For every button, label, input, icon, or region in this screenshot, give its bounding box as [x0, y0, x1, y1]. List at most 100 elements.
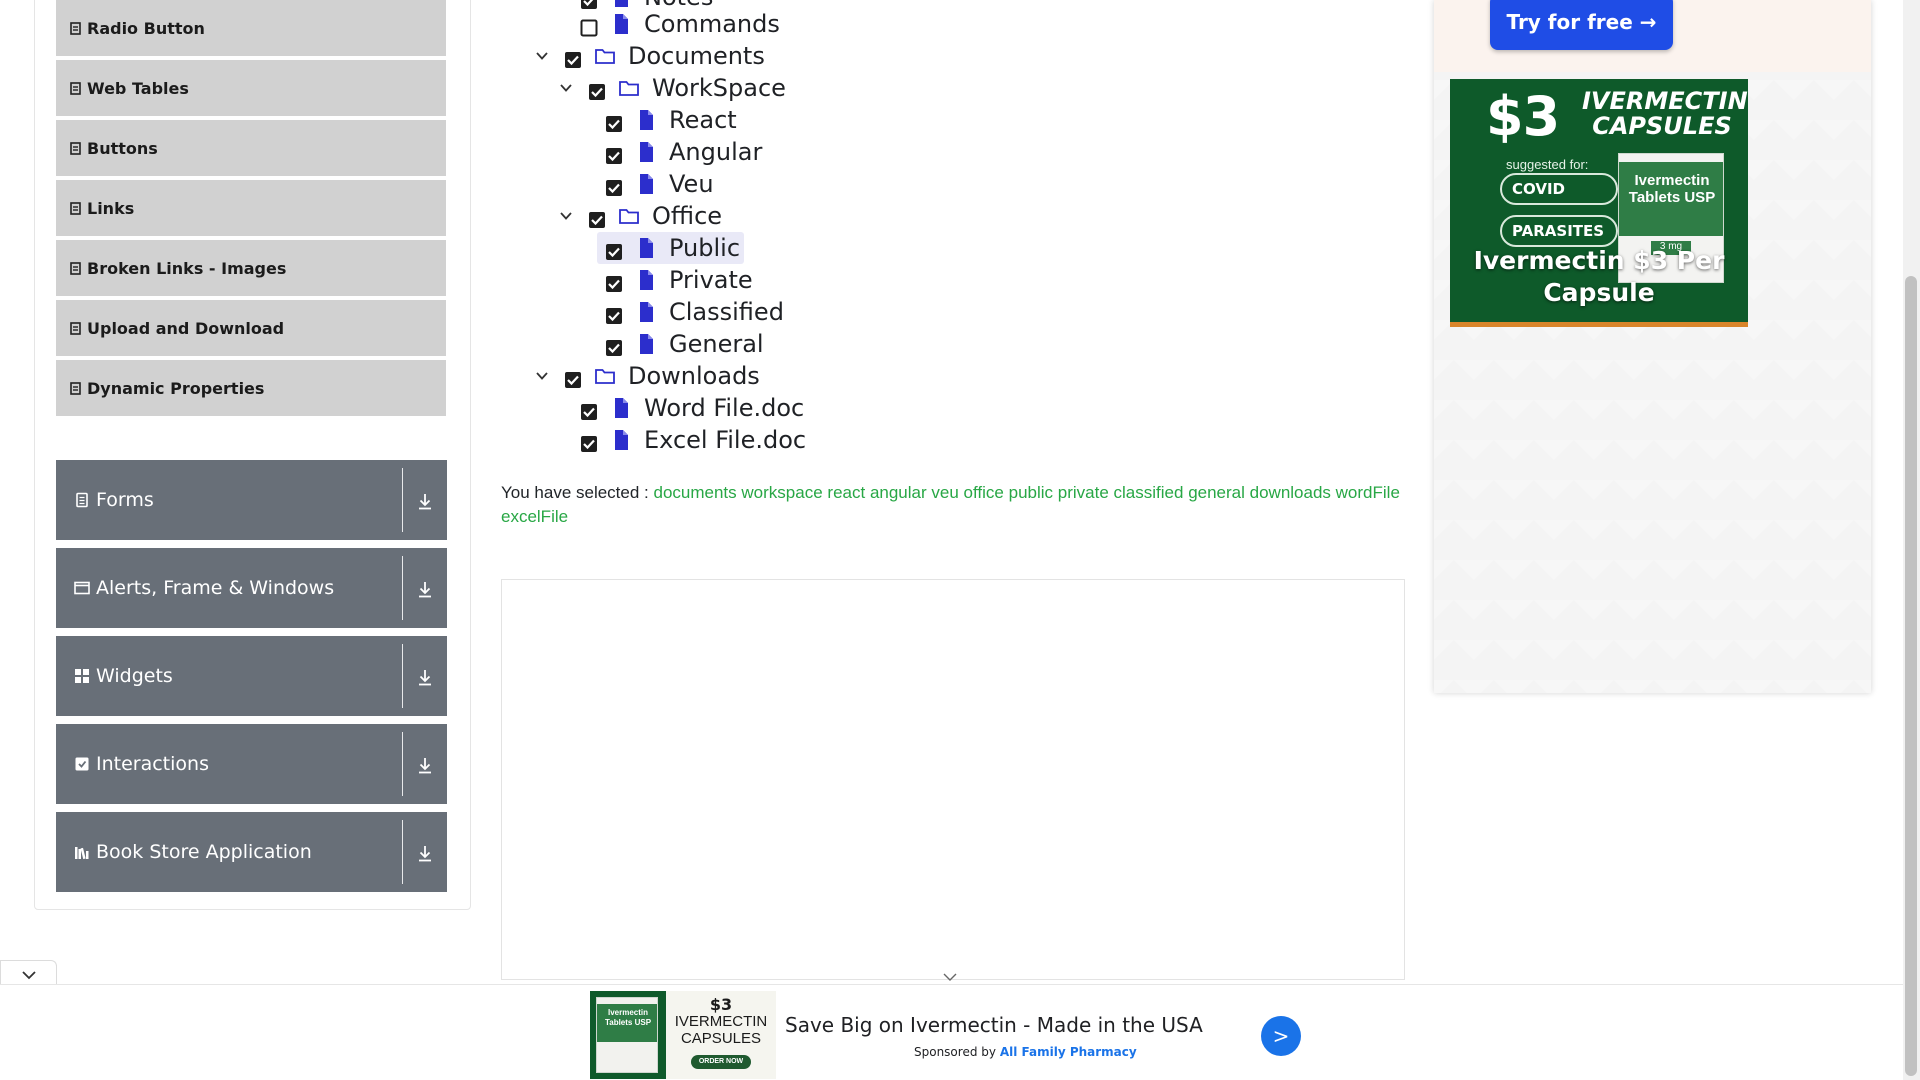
tree-node-react: React: [605, 105, 737, 135]
chevron-down-icon[interactable]: [558, 208, 574, 224]
checkbox-workspace[interactable]: [588, 79, 606, 100]
checkbox-angular[interactable]: [605, 143, 623, 164]
file-icon: [640, 334, 653, 354]
selected-item: downloads: [1249, 483, 1331, 502]
try-for-free-button[interactable]: Try for free →: [1490, 0, 1673, 50]
tree-label[interactable]: WorkSpace: [652, 74, 786, 102]
download-icon[interactable]: [412, 840, 438, 866]
result-prefix: You have selected :: [501, 483, 649, 502]
bottom-ad-image[interactable]: Ivermectin Tablets USP $3 IVERMECTIN CAP…: [590, 991, 776, 1079]
group-forms[interactable]: Forms: [56, 460, 447, 540]
checkbox-documents[interactable]: [564, 47, 582, 68]
selected-item: veu: [931, 483, 959, 502]
checkbox-office[interactable]: [588, 207, 606, 228]
selected-item: private: [1057, 483, 1109, 502]
ivermectin-ad[interactable]: $3 IVERMECTIN CAPSULES suggested for: CO…: [1450, 79, 1748, 327]
tree-node-documents: Documents: [534, 41, 765, 71]
tree-label[interactable]: Downloads: [628, 362, 760, 390]
download-icon[interactable]: [412, 488, 438, 514]
folder-icon: [619, 81, 639, 96]
group-book-store[interactable]: Book Store Application: [56, 812, 447, 892]
ad-caps-line1: IVERMECTIN: [1582, 87, 1748, 115]
file-icon: [615, 14, 628, 34]
checkbox-notes[interactable]: [580, 0, 598, 9]
file-icon: [640, 174, 653, 194]
selected-item: office: [963, 483, 1004, 502]
download-icon[interactable]: [412, 576, 438, 602]
bottom-ad-headline[interactable]: Save Big on Ivermectin - Made in the USA: [785, 1013, 1203, 1037]
group-label: Book Store Application: [96, 841, 312, 863]
divider: [402, 468, 403, 532]
chevron-down-icon: [21, 970, 36, 979]
checkbox-private[interactable]: [605, 271, 623, 292]
bottom-ad-box-name: Ivermectin Tablets USP: [604, 1008, 652, 1027]
tree-label[interactable]: Office: [652, 202, 722, 230]
tree-label[interactable]: React: [669, 106, 737, 134]
group-interactions[interactable]: Interactions: [56, 724, 447, 804]
group-label: Forms: [96, 489, 154, 511]
group-label: Widgets: [96, 665, 173, 687]
ad-pill-covid: COVID: [1500, 173, 1618, 205]
selected-item: angular: [869, 483, 927, 502]
download-icon[interactable]: [412, 664, 438, 690]
checkbox-commands[interactable]: [580, 15, 598, 37]
ad-pill-parasites: PARASITES: [1500, 215, 1618, 247]
box-name: Ivermectin Tablets USP: [1627, 172, 1717, 206]
divider: [402, 732, 403, 796]
ad-tagline-line1: Ivermectin $3 Per: [1473, 246, 1725, 275]
ad-suggested: suggested for:: [1506, 157, 1589, 172]
books-icon: [75, 847, 89, 860]
interactions-icon: [75, 757, 89, 771]
box-line1: Ivermectin: [1634, 172, 1710, 189]
tree-label[interactable]: Private: [669, 266, 753, 294]
checkbox-general[interactable]: [605, 335, 623, 356]
group-label: Interactions: [96, 753, 209, 775]
tree-node-angular: Angular: [605, 137, 762, 167]
tree-label[interactable]: Veu: [669, 170, 714, 198]
chevron-down-icon[interactable]: [942, 972, 958, 982]
folder-icon: [619, 209, 639, 224]
selection-result: You have selected : documents workspace …: [501, 481, 1401, 529]
tree-label[interactable]: Word File.doc: [644, 394, 804, 422]
tree-node-word-file: Word File.doc: [580, 393, 804, 423]
chevron-down-icon[interactable]: [534, 48, 550, 64]
chevron-down-icon[interactable]: [534, 368, 550, 384]
download-icon[interactable]: [412, 752, 438, 778]
divider: [402, 820, 403, 884]
checkbox-public[interactable]: [605, 239, 623, 260]
ad-frame: [501, 579, 1405, 980]
checkbox-word-file[interactable]: [580, 399, 598, 420]
box-line2: Tablets USP: [1628, 189, 1716, 206]
tree-node-classified: Classified: [605, 297, 784, 327]
checkbox-classified[interactable]: [605, 303, 623, 324]
group-label: Alerts, Frame & Windows: [96, 577, 335, 599]
tree-node-general: General: [605, 329, 764, 359]
tree-label[interactable]: General: [669, 330, 764, 358]
tree-node-commands: Commands: [580, 9, 780, 39]
selected-item: documents: [653, 483, 737, 502]
tree-label[interactable]: Public: [669, 234, 740, 262]
bottom-ad-go-button[interactable]: >: [1261, 1016, 1301, 1056]
chevron-down-icon[interactable]: [558, 80, 574, 96]
checkbox-react[interactable]: [605, 111, 623, 132]
tree-node-excel-file: Excel File.doc: [580, 425, 806, 455]
sidebar-groups: Forms Alerts, Frame & Windows Widgets In…: [56, 460, 447, 900]
checkbox-excel-file[interactable]: [580, 431, 598, 452]
checkbox-downloads[interactable]: [564, 367, 582, 388]
file-icon: [640, 110, 653, 130]
tree-label[interactable]: Angular: [669, 138, 762, 166]
group-alerts-frame-windows[interactable]: Alerts, Frame & Windows: [56, 548, 447, 628]
sponsor-link[interactable]: All Family Pharmacy: [1000, 1045, 1137, 1059]
tree-label[interactable]: Commands: [644, 10, 780, 38]
bottom-ad-price: $3: [709, 995, 733, 1014]
selected-item: public: [1008, 483, 1054, 502]
group-widgets[interactable]: Widgets: [56, 636, 447, 716]
checkbox-veu[interactable]: [605, 175, 623, 196]
tree-node-public: Public: [597, 232, 745, 264]
tree-label[interactable]: Classified: [669, 298, 784, 326]
selected-item: classified: [1113, 483, 1184, 502]
right-ad-column: Try for free → $3 IVERMECTIN CAPSULES su…: [1434, 0, 1871, 693]
tree-label[interactable]: Excel File.doc: [644, 426, 806, 454]
tree-label[interactable]: Documents: [628, 42, 765, 70]
scrollbar-thumb[interactable]: [1905, 276, 1917, 1076]
